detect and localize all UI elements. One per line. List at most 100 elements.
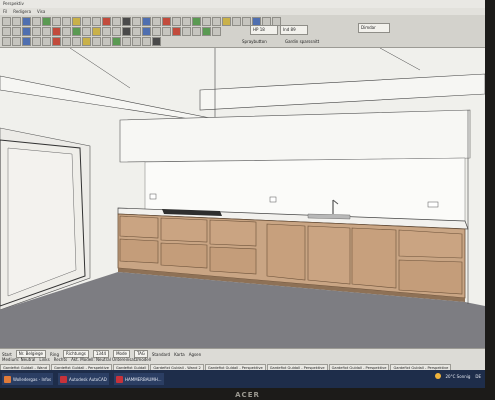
open-icon[interactable]	[12, 17, 21, 26]
front-view-icon[interactable]	[152, 27, 161, 36]
arc-icon[interactable]	[12, 27, 21, 36]
texture-icon[interactable]	[212, 27, 221, 36]
layer-icon[interactable]	[122, 17, 131, 26]
perspective-icon[interactable]	[132, 27, 141, 36]
help-icon[interactable]	[192, 27, 201, 36]
autocad-icon	[60, 375, 67, 383]
rotate-icon[interactable]	[142, 17, 151, 26]
taskbar-item-3[interactable]: HAMMERBAUMH...	[114, 373, 164, 385]
spray-button-label[interactable]: Spraybutton	[242, 39, 267, 44]
drawer-front	[209, 246, 257, 275]
zoom-out-icon[interactable]	[182, 17, 191, 26]
redo-icon[interactable]	[92, 17, 101, 26]
cut-icon[interactable]	[52, 17, 61, 26]
render-icon[interactable]	[192, 17, 201, 26]
mirror-icon[interactable]	[152, 17, 161, 26]
left-label[interactable]: Links	[39, 357, 49, 362]
shadow-icon[interactable]	[42, 37, 51, 46]
walk-icon[interactable]	[22, 37, 31, 46]
show-icon[interactable]	[152, 37, 161, 46]
hatch-icon[interactable]	[62, 27, 71, 36]
save-icon[interactable]	[22, 17, 31, 26]
cabinet-door	[307, 225, 351, 285]
undo-icon[interactable]	[82, 17, 91, 26]
render-button[interactable]: Dimdar	[358, 23, 390, 33]
toolbar-row-2	[2, 27, 221, 36]
drawer-front	[119, 238, 159, 264]
top-view-icon[interactable]	[142, 27, 151, 36]
grid-icon[interactable]	[202, 17, 211, 26]
zoom-in-icon[interactable]	[172, 17, 181, 26]
paste-icon[interactable]	[72, 17, 81, 26]
color-icon[interactable]	[52, 37, 61, 46]
worktop-icon[interactable]	[82, 27, 91, 36]
taskbar-item-1[interactable]: Wolledergas - Infos	[2, 373, 54, 385]
taskbar-item-2[interactable]: Autodesk AutoCAD	[58, 373, 109, 385]
price-icon[interactable]	[72, 37, 81, 46]
stop-icon[interactable]	[162, 17, 171, 26]
taskbar-item-label: HAMMERBAUMH...	[125, 376, 162, 382]
text-icon[interactable]	[42, 27, 51, 36]
snap-icon[interactable]	[212, 17, 221, 26]
cursor-label[interactable]: Karta	[174, 352, 185, 357]
select-icon[interactable]	[112, 17, 121, 26]
refresh-icon[interactable]	[172, 27, 181, 36]
hide-icon[interactable]	[142, 37, 151, 46]
copy-icon[interactable]	[62, 17, 71, 26]
monitor-screen: Perspektiv Fil Redigera Visa HP 18 Ind 8…	[0, 0, 495, 400]
perspective-viewport[interactable]	[0, 48, 485, 348]
wall-socket-2	[269, 196, 277, 203]
drawer-front	[160, 242, 208, 269]
line-icon[interactable]	[2, 27, 11, 36]
drawer-front	[119, 215, 159, 239]
cabinet-icon[interactable]	[72, 27, 81, 36]
light-icon[interactable]	[222, 17, 231, 26]
weather-text[interactable]: 20°C Sonnig	[446, 374, 471, 379]
fill-label[interactable]: Gardin sparssnitt	[285, 39, 319, 44]
settings-icon[interactable]	[182, 27, 191, 36]
view-icon[interactable]	[122, 27, 131, 36]
print-icon[interactable]	[32, 17, 41, 26]
monitor-bezel-right	[485, 0, 495, 400]
rect-icon[interactable]	[32, 27, 41, 36]
orbit-icon[interactable]	[12, 37, 21, 46]
menu-item-file[interactable]: Fil	[3, 9, 7, 14]
toolbar-row-3	[2, 37, 161, 46]
dimension-icon[interactable]	[52, 27, 61, 36]
wall-socket-3	[427, 201, 439, 208]
model-label: Akt. Modell: Neutral Untereinsatzmodell	[71, 357, 151, 362]
pan-icon[interactable]	[2, 37, 11, 46]
move-icon[interactable]	[132, 17, 141, 26]
list-icon[interactable]	[62, 37, 71, 46]
camera-icon[interactable]	[232, 17, 241, 26]
material-icon[interactable]	[202, 27, 211, 36]
right-label[interactable]: Rechts	[54, 357, 67, 362]
angle-label[interactable]: Agsen	[189, 352, 201, 357]
handle-icon[interactable]	[102, 27, 111, 36]
library-icon[interactable]	[102, 37, 111, 46]
circle-icon[interactable]	[22, 27, 31, 36]
cabinet-door	[351, 227, 397, 289]
toolbar-row-1	[2, 17, 281, 26]
lock-icon[interactable]	[132, 37, 141, 46]
plinth-icon[interactable]	[112, 27, 121, 36]
menu-item-view[interactable]: Visa	[37, 9, 45, 14]
sink	[307, 213, 351, 220]
new-icon[interactable]	[2, 17, 11, 26]
delete-icon[interactable]	[102, 17, 111, 26]
section-icon[interactable]	[32, 37, 41, 46]
ungroup-icon[interactable]	[122, 37, 131, 46]
import-icon[interactable]	[92, 37, 101, 46]
appliance-icon[interactable]	[92, 27, 101, 36]
standard-label[interactable]: Standard	[152, 352, 170, 357]
option-field[interactable]: Ind 89	[280, 25, 308, 35]
menu-item-edit[interactable]: Redigera	[13, 9, 31, 14]
side-view-icon[interactable]	[162, 27, 171, 36]
group-icon[interactable]	[112, 37, 121, 46]
draw-icon[interactable]	[42, 17, 51, 26]
scale-field[interactable]: HP 18	[250, 25, 278, 35]
medium-label: Medium: Neutral	[2, 357, 36, 362]
kitchen-render	[0, 48, 485, 348]
language-indicator[interactable]: DE	[475, 374, 481, 379]
export-icon[interactable]	[82, 37, 91, 46]
